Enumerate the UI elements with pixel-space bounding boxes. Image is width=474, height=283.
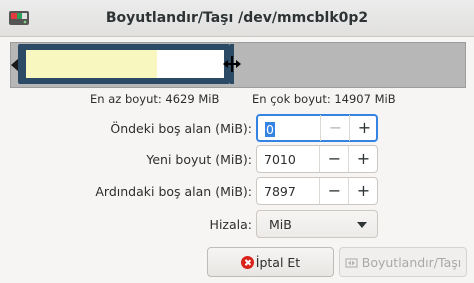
cancel-button[interactable]: İptal Et [207,247,334,277]
free-after-decrement-button[interactable]: − [319,178,349,204]
cancel-icon [240,256,254,269]
resize-cursor-icon[interactable] [222,54,242,74]
chevron-down-icon [357,222,367,228]
window-title: Boyutlandır/Taşı /dev/mmcblk0p2 [105,10,369,26]
resize-move-button[interactable]: Boyutlandır/Taşı [339,247,467,277]
free-before-decrement-button[interactable]: − [320,115,350,141]
min-size-text: En az boyut: 4629 MiB [90,92,220,106]
free-after-increment-button[interactable]: + [348,178,378,204]
cancel-button-label: İptal Et [255,255,301,270]
free-after-spin[interactable]: 7897 − + [256,177,378,205]
new-size-input[interactable]: 7010 [264,152,296,167]
new-size-label: Yeni boyut (MiB): [146,152,252,167]
align-combobox[interactable]: MiB [256,210,378,238]
new-size-decrement-button[interactable]: − [319,146,349,172]
resize-button-label: Boyutlandır/Taşı [361,255,462,270]
free-before-label: Öndeki boş alan (MiB): [110,121,252,136]
free-before-increment-button[interactable]: + [349,115,379,141]
title-bar: Boyutlandır/Taşı /dev/mmcblk0p2 [0,0,474,37]
resize-icon [345,258,358,268]
free-before-spin[interactable]: 0 − + [256,114,378,142]
new-size-increment-button[interactable]: + [348,146,378,172]
free-after-label: Ardındaki boş alan (MiB): [95,184,252,199]
free-before-input[interactable]: 0 [265,122,275,137]
max-size-text: En çok boyut: 14907 MiB [252,92,396,106]
align-label: Hizala: [209,217,252,232]
partition-used-area [26,50,157,78]
free-after-input[interactable]: 7897 [264,184,296,199]
new-size-spin[interactable]: 7010 − + [256,145,378,173]
align-selected-value: MiB [269,217,292,232]
